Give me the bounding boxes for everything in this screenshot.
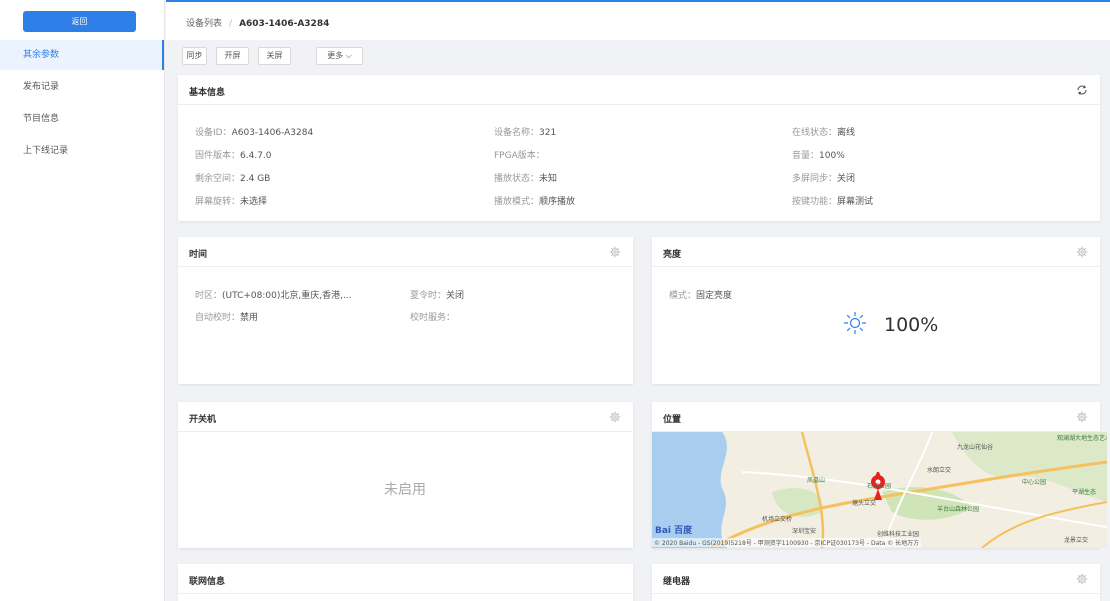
map-copyright: © 2020 Baidu - GS(2019)5218号 - 甲测资字11009… bbox=[652, 538, 922, 547]
device-name-field: 设备名称：321 bbox=[494, 128, 557, 138]
power-schedule-card: 开关机 未启用 bbox=[178, 402, 633, 548]
dst-field: 夏令时：关闭 bbox=[410, 291, 465, 301]
screen-off-button[interactable]: 关屏 bbox=[258, 47, 291, 65]
location-header: 位置 bbox=[652, 402, 1100, 432]
key-function-field: 按键功能：屏幕测试 bbox=[792, 197, 874, 207]
map-label: 龙景立交 bbox=[1064, 536, 1088, 544]
toolbar: 同步 开屏 关屏 更多 ⌵ bbox=[166, 40, 1110, 71]
breadcrumb-current: A603-1406-A3284 bbox=[239, 19, 330, 29]
timezone-field: 时区：(UTC+08:00)北京,重庆,香港,... bbox=[195, 291, 352, 301]
relay-header: 继电器 bbox=[652, 564, 1100, 594]
time-header: 时间 bbox=[178, 237, 633, 267]
brightness-mode-field: 模式：固定亮度 bbox=[669, 291, 733, 301]
relay-title: 继电器 bbox=[663, 577, 691, 587]
auto-time-sync-field: 自动校时：禁用 bbox=[195, 313, 259, 323]
map-label: 水朗立交 bbox=[927, 466, 951, 474]
brightness-value: 100% bbox=[884, 314, 939, 336]
network-info-card: 联网信息 bbox=[178, 564, 633, 601]
baidu-logo: Bai 百度 bbox=[655, 526, 693, 536]
map-canvas[interactable]: 九龙山花仙谷 观澜湖大地生态艺术园 凤凰山 水朗立交 中心公园 平湖生态 塘头立… bbox=[652, 432, 1107, 548]
location-card: 位置 九龙山花仙谷 观澜湖大地生态艺术园 凤凰山 水朗立交 中心公园 平湖生态 … bbox=[652, 402, 1107, 548]
breadcrumb: 设备列表 / A603-1406-A3284 bbox=[186, 16, 329, 29]
sun-icon bbox=[844, 312, 866, 334]
power-title: 开关机 bbox=[189, 415, 217, 425]
time-card: 时间 时区：(UTC+08:00)北京,重庆,香港,... 夏令时：关闭 自动校… bbox=[178, 237, 633, 384]
back-button[interactable]: 返回 bbox=[23, 11, 136, 32]
screen-rotation-field: 屏幕旋转：未选择 bbox=[195, 197, 268, 207]
online-status-field: 在线状态：离线 bbox=[792, 128, 856, 138]
location-title: 位置 bbox=[663, 415, 682, 425]
map-label: 羊台山森林公园 bbox=[937, 505, 979, 513]
map-label: 凤凰山 bbox=[807, 476, 825, 484]
location-map[interactable]: 九龙山花仙谷 观澜湖大地生态艺术园 凤凰山 水朗立交 中心公园 平湖生态 塘头立… bbox=[652, 432, 1107, 548]
volume-field: 音量：100% bbox=[792, 151, 845, 161]
gear-icon[interactable] bbox=[1076, 246, 1088, 258]
more-label: 更多 bbox=[327, 51, 344, 60]
brightness-card: 亮度 模式：固定亮度 100% bbox=[652, 237, 1100, 384]
network-header: 联网信息 bbox=[178, 564, 633, 594]
header: 设备列表 / A603-1406-A3284 bbox=[166, 0, 1110, 40]
play-mode-field: 播放模式：顺序播放 bbox=[494, 197, 576, 207]
sidebar-item-program-info[interactable]: 节目信息 bbox=[0, 104, 164, 134]
multi-screen-sync-field: 多屏同步：关闭 bbox=[792, 174, 856, 184]
map-label: 中心公园 bbox=[1022, 478, 1046, 486]
gear-icon[interactable] bbox=[1076, 411, 1088, 423]
gear-icon[interactable] bbox=[609, 411, 621, 423]
map-label: 创维科技工业园 bbox=[877, 530, 919, 538]
map-label: 石岩公园 bbox=[867, 482, 891, 490]
device-id-field: 设备ID：A603-1406-A3284 bbox=[195, 128, 314, 138]
play-status-field: 播放状态：未知 bbox=[494, 174, 558, 184]
time-server-field: 校时服务： bbox=[410, 313, 456, 323]
sidebar: 返回 其余参数 发布记录 节目信息 上下线记录 bbox=[0, 0, 165, 601]
breadcrumb-separator: / bbox=[229, 19, 233, 29]
brightness-title: 亮度 bbox=[663, 250, 682, 260]
more-dropdown[interactable]: 更多 ⌵ bbox=[316, 47, 363, 65]
screen-on-button[interactable]: 开屏 bbox=[216, 47, 249, 65]
time-title: 时间 bbox=[189, 250, 208, 260]
power-header: 开关机 bbox=[178, 402, 633, 432]
map-label: 机场立交桥 bbox=[762, 515, 792, 523]
breadcrumb-device-list[interactable]: 设备列表 bbox=[186, 19, 222, 29]
sidebar-item-other-params[interactable]: 其余参数 bbox=[0, 40, 164, 70]
refresh-icon[interactable] bbox=[1076, 84, 1088, 96]
brightness-header: 亮度 bbox=[652, 237, 1100, 267]
map-label: 九龙山花仙谷 bbox=[957, 443, 993, 451]
firmware-version-field: 固件版本：6.4.7.0 bbox=[195, 151, 272, 161]
fpga-version-field: FPGA版本： bbox=[494, 151, 545, 161]
basic-info-header: 基本信息 bbox=[178, 75, 1100, 105]
basic-info-title: 基本信息 bbox=[189, 88, 226, 98]
network-title: 联网信息 bbox=[189, 577, 226, 587]
sidebar-item-online-records[interactable]: 上下线记录 bbox=[0, 136, 164, 166]
chevron-down-icon: ⌵ bbox=[345, 51, 352, 60]
map-label: 塘头立交 bbox=[852, 499, 876, 507]
sidebar-item-publish-records[interactable]: 发布记录 bbox=[0, 72, 164, 102]
sync-button[interactable]: 同步 bbox=[182, 47, 207, 65]
gear-icon[interactable] bbox=[1076, 573, 1088, 585]
free-space-field: 剩余空间：2.4 GB bbox=[195, 174, 271, 184]
basic-info-card: 基本信息 设备ID：A603-1406-A3284 设备名称：321 在线状态：… bbox=[178, 75, 1100, 221]
relay-card: 继电器 bbox=[652, 564, 1100, 601]
map-label: 观澜湖大地生态艺术园 bbox=[1057, 434, 1107, 442]
map-label: 深圳宝安 bbox=[792, 527, 816, 535]
power-status: 未启用 bbox=[384, 482, 426, 498]
map-label: 平湖生态 bbox=[1072, 488, 1096, 496]
gear-icon[interactable] bbox=[609, 246, 621, 258]
